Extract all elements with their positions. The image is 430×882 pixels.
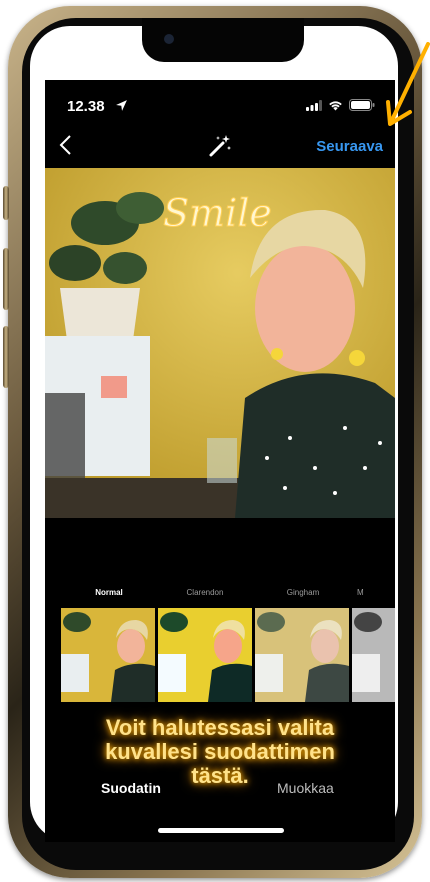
filter-label-normal[interactable]: Normal (61, 588, 157, 597)
battery-icon (349, 99, 375, 111)
filter-label-gingham[interactable]: Gingham (255, 588, 351, 597)
home-indicator[interactable] (158, 828, 284, 833)
filter-thumbnails (61, 608, 395, 702)
tab-filter[interactable]: Suodatin (101, 780, 161, 796)
filter-label-clarendon[interactable]: Clarendon (157, 588, 253, 597)
notch (142, 18, 304, 62)
magic-wand-icon[interactable] (208, 134, 232, 158)
highlight-arrow-icon (386, 42, 430, 126)
tab-edit[interactable]: Muokkaa (277, 780, 334, 796)
signal-icon (306, 99, 322, 111)
wifi-icon (329, 100, 342, 110)
status-time: 12.38 (67, 98, 105, 115)
nav-bar: Seuraava (45, 126, 395, 168)
sticky-note (101, 376, 127, 398)
volume-up-button (3, 248, 9, 310)
filter-thumb-moon[interactable] (352, 608, 395, 702)
photo-preview: Smile (45, 168, 395, 518)
filter-label-next[interactable]: M (357, 588, 395, 597)
filter-thumb-clarendon[interactable] (158, 608, 252, 702)
filter-thumb-normal[interactable] (61, 608, 155, 702)
location-arrow-icon (116, 100, 127, 111)
filter-labels: Normal Clarendon Gingham M (45, 588, 395, 602)
next-button[interactable]: Seuraava (316, 138, 383, 155)
neon-sign: Smile (163, 191, 272, 235)
volume-down-button (3, 326, 9, 388)
mute-switch (3, 186, 9, 220)
front-camera (164, 34, 174, 44)
app-screen: 12.38 Seuraava Smile Normal Clarendon Gi… (45, 80, 395, 842)
filter-thumb-gingham[interactable] (255, 608, 349, 702)
status-icons (306, 99, 375, 111)
back-chevron-icon[interactable] (57, 134, 77, 156)
tutorial-caption: Voit halutessasi valita kuvallesi suodat… (105, 715, 335, 788)
status-bar: 12.38 (45, 80, 395, 124)
